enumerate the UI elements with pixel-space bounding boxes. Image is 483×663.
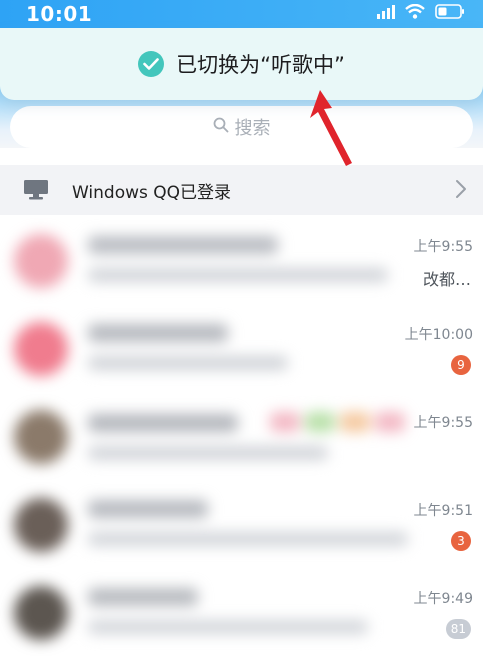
windows-login-label: Windows QQ已登录 bbox=[72, 182, 232, 203]
chat-time: 上午9:55 bbox=[413, 239, 473, 255]
check-circle-icon bbox=[138, 51, 165, 77]
wifi-icon bbox=[405, 3, 425, 23]
chat-time: 上午9:49 bbox=[413, 591, 473, 607]
search-icon bbox=[213, 117, 229, 137]
status-bar: 10:01 bbox=[0, 0, 483, 28]
windows-login-bar[interactable]: Windows QQ已登录 bbox=[0, 165, 483, 215]
blurred-chat-content bbox=[0, 304, 483, 392]
blurred-chat-content bbox=[0, 392, 483, 480]
chat-time: 上午10:00 bbox=[404, 327, 473, 343]
chat-row[interactable]: 上午9:55 bbox=[0, 392, 483, 480]
status-icons bbox=[377, 3, 465, 23]
avatar bbox=[14, 322, 68, 376]
avatar bbox=[14, 234, 68, 288]
search-placeholder: 搜索 bbox=[234, 118, 271, 139]
unread-badge: 3 bbox=[451, 531, 471, 551]
chat-row[interactable]: 上午9:55 改都… bbox=[0, 216, 483, 304]
status-time: 10:01 bbox=[26, 2, 93, 26]
annotation-arrow-icon bbox=[310, 90, 360, 174]
battery-icon bbox=[435, 4, 465, 23]
chevron-right-icon bbox=[455, 179, 467, 203]
chat-time: 上午9:55 bbox=[413, 415, 473, 431]
avatar bbox=[14, 586, 68, 640]
unread-badge: 9 bbox=[451, 355, 471, 375]
blurred-chat-content bbox=[0, 568, 483, 656]
avatar bbox=[14, 410, 68, 464]
toast-message: 已切换为“听歌中” bbox=[176, 53, 345, 77]
chat-row[interactable]: 上午9:51 3 bbox=[0, 480, 483, 568]
signal-icon bbox=[377, 4, 395, 23]
blurred-chat-content bbox=[0, 216, 483, 304]
chat-row[interactable]: 上午9:49 81 bbox=[0, 568, 483, 656]
avatar bbox=[14, 498, 68, 552]
blurred-chat-content bbox=[0, 480, 483, 568]
unread-badge: 81 bbox=[445, 619, 471, 639]
status-toast: 已切换为“听歌中” bbox=[0, 28, 483, 100]
chat-row[interactable]: 上午10:00 9 bbox=[0, 304, 483, 392]
chat-list: 上午9:55 改都… 上午10:00 9 上午9:55 上午9:51 3 上午9… bbox=[0, 216, 483, 656]
chat-time: 上午9:51 bbox=[413, 503, 473, 519]
chat-preview: 改都… bbox=[422, 270, 471, 289]
monitor-icon bbox=[24, 180, 48, 204]
search-input[interactable]: 搜索 bbox=[10, 106, 473, 148]
